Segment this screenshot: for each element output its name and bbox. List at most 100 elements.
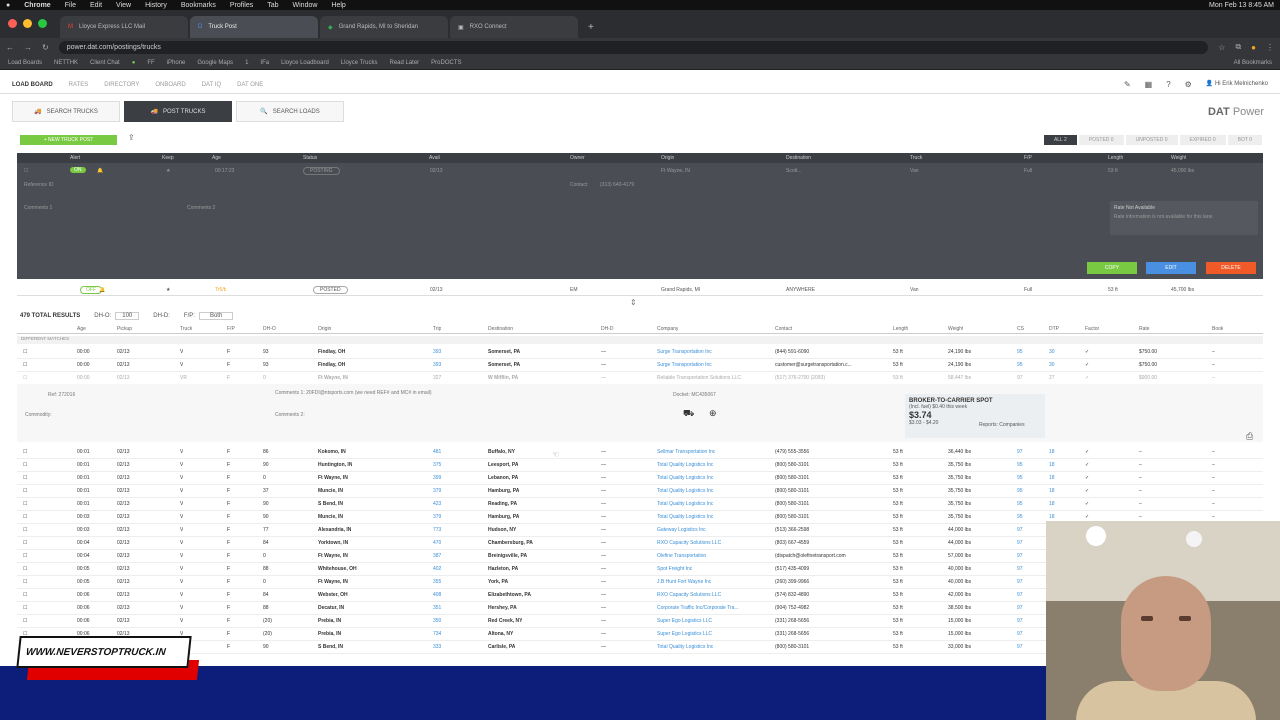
row-checkbox[interactable]: ☐ bbox=[23, 375, 27, 381]
filter-bot[interactable]: BOT 0 bbox=[1227, 135, 1262, 145]
col-destination[interactable]: Destination bbox=[786, 155, 811, 161]
cell-company[interactable]: J.B Hunt Fort Wayne Inc bbox=[657, 579, 711, 585]
fp-select[interactable]: Both bbox=[198, 311, 234, 320]
cell-contact[interactable]: (904) 752-4982 bbox=[775, 605, 809, 611]
table-row[interactable]: ☐ 00:00 02/13 V F 93 Findlay, OH 393 Somerset, P… bbox=[17, 346, 1263, 359]
new-tab-button[interactable]: + bbox=[580, 16, 602, 38]
col-pickup[interactable]: Pickup bbox=[117, 326, 132, 332]
cell-contact[interactable]: (800) 580-3101 bbox=[775, 488, 809, 494]
col-cs[interactable]: CS bbox=[1017, 326, 1024, 332]
cell-contact[interactable]: (dispatch@olefinetransport.com bbox=[775, 553, 846, 559]
cell-trip[interactable]: 393 bbox=[433, 362, 441, 368]
cell-book[interactable]: – bbox=[1212, 488, 1215, 494]
col-dtp[interactable]: DTP bbox=[1049, 326, 1059, 332]
cell-book[interactable]: – bbox=[1212, 501, 1215, 507]
menu-dots-icon[interactable]: ⋮ bbox=[1266, 43, 1274, 52]
row-checkbox[interactable]: ☐ bbox=[23, 362, 27, 368]
cell-trip[interactable]: 333 bbox=[433, 644, 441, 650]
cell-company[interactable]: Gateway Logistics Inc bbox=[657, 527, 706, 533]
col-contact[interactable]: Contact bbox=[775, 326, 792, 332]
nav-load-board[interactable]: LOAD BOARD bbox=[12, 82, 53, 88]
nav-dat-iq[interactable]: DAT IQ bbox=[202, 82, 221, 88]
cell-company[interactable]: Corporate Traffic Inc/Corporate Tra... bbox=[657, 605, 739, 611]
col-dh-o[interactable]: DH-O bbox=[263, 326, 276, 332]
nav-rates[interactable]: RATES bbox=[69, 82, 89, 88]
table-row[interactable]: ☐ 00:01 02/13 V F 86 Kokomo, IN 481 Buffalo, NY —… bbox=[17, 446, 1263, 459]
menu-help[interactable]: Help bbox=[331, 2, 345, 9]
row-checkbox[interactable]: ☐ bbox=[23, 566, 27, 572]
cell-company[interactable]: RXO Capacity Solutions LLC bbox=[657, 592, 721, 598]
cell-book[interactable]: – bbox=[1212, 375, 1215, 381]
bookmark-item[interactable]: ProDOCTS bbox=[431, 60, 461, 66]
table-row[interactable]: ☐ 00:01 02/13 V F 90 S Bend, IN 423 Reading, PA —… bbox=[17, 498, 1263, 511]
nav-directory[interactable]: DIRECTORY bbox=[104, 82, 139, 88]
cell-trip[interactable]: 408 bbox=[433, 592, 441, 598]
all-bookmarks[interactable]: All Bookmarks bbox=[1234, 60, 1272, 66]
forward-icon[interactable]: → bbox=[24, 43, 32, 52]
copy-button[interactable]: COPY bbox=[1087, 262, 1137, 274]
cell-contact[interactable]: (844) 591-6090 bbox=[775, 349, 809, 355]
cell-trip[interactable]: 423 bbox=[433, 501, 441, 507]
bookmark-item[interactable]: NETTHK bbox=[54, 60, 78, 66]
row-checkbox[interactable]: ☐ bbox=[23, 527, 27, 533]
cell-company[interactable]: Sellmar Transportation Inc bbox=[657, 449, 715, 455]
tab-truck-post[interactable]: D Truck Post bbox=[190, 16, 318, 38]
cell-contact[interactable]: (331) 268-5656 bbox=[775, 618, 809, 624]
menu-view[interactable]: View bbox=[116, 2, 131, 9]
table-row[interactable]: ☐ 00:01 02/13 V F 0 Ft Wayne, IN 399 Lebanon, PA… bbox=[17, 472, 1263, 485]
col-alert[interactable]: Alert bbox=[70, 155, 80, 161]
cell-trip[interactable]: 393 bbox=[433, 349, 441, 355]
address-bar[interactable]: power.dat.com/postings/trucks bbox=[58, 40, 1209, 54]
cell-company[interactable]: RXO Capacity Solutions LLC bbox=[657, 540, 721, 546]
truck-post-row[interactable]: OFF 🔔 ★ Tr5/b POSTED 02/13 EM Grand Rapi… bbox=[17, 285, 1263, 296]
new-truck-post-button[interactable]: + NEW TRUCK POST bbox=[20, 135, 117, 145]
col-length[interactable]: Length bbox=[1108, 155, 1123, 161]
post-trucks-button[interactable]: 🚚 POST TRUCKS bbox=[124, 101, 232, 122]
col-keep[interactable]: Keep bbox=[162, 155, 174, 161]
dho-input[interactable]: 100 bbox=[115, 311, 140, 320]
col-truck[interactable]: Truck bbox=[180, 326, 192, 332]
cell-book[interactable]: – bbox=[1212, 449, 1215, 455]
keep-star-icon[interactable]: ★ bbox=[166, 287, 170, 293]
close-window-button[interactable] bbox=[8, 19, 17, 28]
col-destination[interactable]: Destination bbox=[488, 326, 513, 332]
cell-contact[interactable]: (517) 376-2700 (2093) bbox=[775, 375, 825, 381]
col-length[interactable]: Length bbox=[893, 326, 908, 332]
row-checkbox[interactable]: ☐ bbox=[23, 553, 27, 559]
cell-book[interactable]: – bbox=[1212, 349, 1215, 355]
cell-trip[interactable]: 402 bbox=[433, 566, 441, 572]
menu-history[interactable]: History bbox=[145, 2, 167, 9]
cell-contact[interactable]: customer@surgetransportation.c... bbox=[775, 362, 852, 368]
help-icon[interactable]: ? bbox=[1166, 80, 1170, 89]
profile-icon[interactable]: ● bbox=[1251, 43, 1256, 52]
nav-onboard[interactable]: ONBOARD bbox=[155, 82, 185, 88]
cell-company[interactable]: Spot Freight Inc bbox=[657, 566, 692, 572]
row-checkbox[interactable]: ☐ bbox=[23, 501, 27, 507]
nav-dat-one[interactable]: DAT ONE bbox=[237, 82, 263, 88]
cell-trip[interactable]: 481 bbox=[433, 449, 441, 455]
cell-contact[interactable]: (800) 580-3101 bbox=[775, 501, 809, 507]
star-icon[interactable]: ☆ bbox=[1218, 43, 1225, 52]
cell-trip[interactable]: 734 bbox=[433, 631, 441, 637]
cell-contact[interactable]: (479) 555-3556 bbox=[775, 449, 809, 455]
cell-book[interactable]: – bbox=[1212, 475, 1215, 481]
user-menu[interactable]: 👤 Hi Erik Melnichenko bbox=[1206, 80, 1268, 89]
col-origin[interactable]: Origin bbox=[661, 155, 674, 161]
cell-trip[interactable]: 470 bbox=[433, 540, 441, 546]
cell-book[interactable]: – bbox=[1212, 362, 1215, 368]
tab-rxo[interactable]: ▣ RXO Connect bbox=[450, 16, 578, 38]
col-rate[interactable]: Rate bbox=[1139, 326, 1150, 332]
filter-all[interactable]: ALL 2 bbox=[1043, 135, 1077, 145]
filter-posted[interactable]: POSTED 0 bbox=[1078, 135, 1124, 145]
col-weight[interactable]: Weight bbox=[1171, 155, 1186, 161]
cell-contact[interactable]: (260) 399-9966 bbox=[775, 579, 809, 585]
table-row[interactable]: ☐ 00:01 02/13 V F 37 Muncie, IN 379 Hamburg, PA —… bbox=[17, 485, 1263, 498]
search-trucks-button[interactable]: 🚚 SEARCH TRUCKS bbox=[12, 101, 120, 122]
cell-company[interactable]: Total Quality Logistics Inc bbox=[657, 475, 713, 481]
tab-maps[interactable]: ◆ Grand Rapids, MI to Sheridan bbox=[320, 16, 448, 38]
filter-unposted[interactable]: UNPOSTED 0 bbox=[1125, 135, 1178, 145]
cell-contact[interactable]: (800) 580-3101 bbox=[775, 514, 809, 520]
bookmark-item[interactable]: Read Later bbox=[389, 60, 419, 66]
cell-book[interactable]: – bbox=[1212, 514, 1215, 520]
menu-profiles[interactable]: Profiles bbox=[230, 2, 253, 9]
